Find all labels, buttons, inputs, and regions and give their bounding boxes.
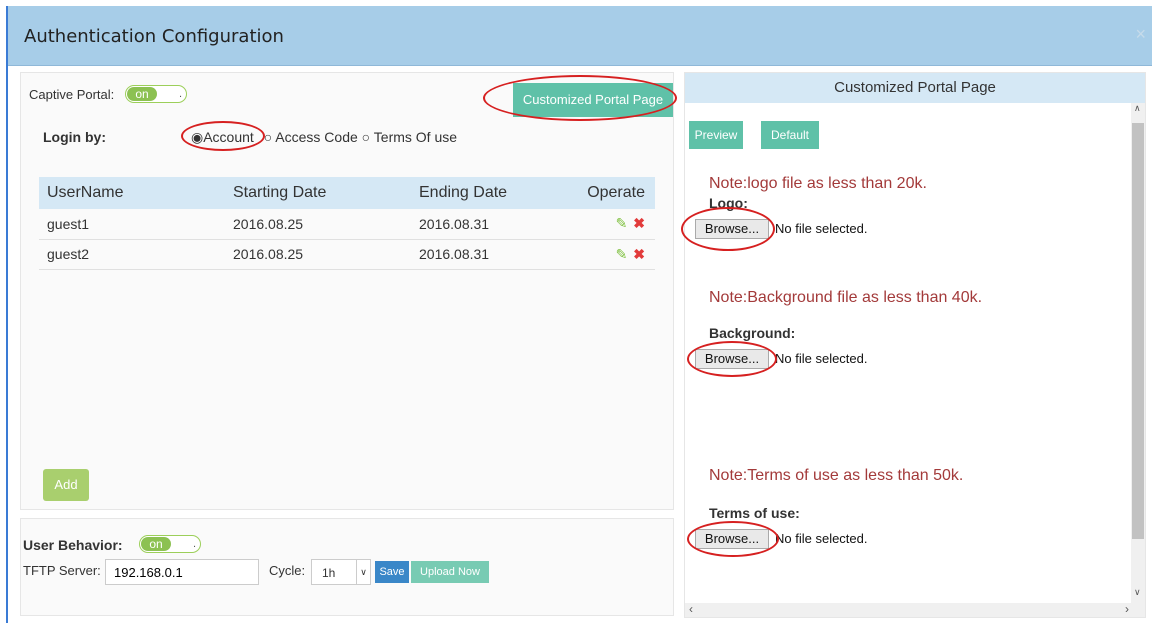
customized-portal-panel: Customized Portal Page Preview Default N…: [681, 72, 1146, 618]
table-row: guest1 2016.08.25 2016.08.31 ✎ ✖: [39, 209, 655, 240]
dialog-title: Authentication Configuration: [24, 26, 284, 47]
captive-portal-toggle[interactable]: on .: [125, 85, 187, 103]
col-starting-date: Starting Date: [225, 177, 411, 209]
col-username: UserName: [39, 177, 225, 209]
table-header-row: UserName Starting Date Ending Date Opera…: [39, 177, 655, 209]
account-panel: Captive Portal: on . Customized Portal P…: [20, 72, 677, 510]
toggle-on-label: on: [141, 537, 171, 551]
background-note: Note:Background file as less than 40k.: [709, 289, 983, 306]
logo-browse-button[interactable]: Browse...: [695, 219, 769, 239]
terms-browse-button[interactable]: Browse...: [695, 529, 769, 549]
login-by-options: ◉Account ○ Access Code ○ Terms Of use: [191, 129, 457, 146]
background-label: Background:: [709, 325, 796, 341]
cell-end: 2016.08.31: [411, 239, 561, 270]
table-row: guest2 2016.08.25 2016.08.31 ✎ ✖: [39, 239, 655, 270]
col-operate: Operate: [561, 177, 655, 209]
cell-start: 2016.08.25: [225, 239, 411, 270]
logo-file-status: No file selected.: [775, 221, 868, 236]
captive-portal-label: Captive Portal:: [29, 87, 115, 102]
radio-account-label: Account: [203, 129, 254, 145]
user-behavior-label: User Behavior:: [23, 537, 123, 553]
dialog-header: Authentication Configuration ×: [8, 6, 1152, 66]
chevron-down-icon: ∨: [356, 560, 370, 584]
background-file-status: No file selected.: [775, 351, 868, 366]
user-behavior-panel: User Behavior: on . TFTP Server: Cycle: …: [20, 518, 674, 616]
upload-now-button[interactable]: Upload Now: [411, 561, 489, 583]
toggle-knob: .: [178, 88, 182, 100]
radio-terms-of-use[interactable]: ○ Terms Of use: [362, 129, 457, 145]
default-button[interactable]: Default: [761, 121, 819, 149]
logo-note: Note:logo file as less than 20k.: [709, 175, 927, 192]
edit-pencil-icon[interactable]: ✎: [616, 246, 628, 262]
radio-empty-icon: ○: [361, 129, 371, 145]
radio-empty-icon: ○: [263, 129, 273, 145]
cell-operate: ✎ ✖: [561, 239, 655, 270]
customized-portal-page-button[interactable]: Customized Portal Page: [513, 83, 673, 117]
scroll-down-icon[interactable]: ∨: [1134, 587, 1141, 598]
cell-username: guest1: [39, 209, 225, 240]
radio-selected-icon: ◉: [191, 129, 204, 145]
cell-start: 2016.08.25: [225, 209, 411, 240]
user-behavior-toggle[interactable]: on .: [139, 535, 201, 553]
users-table: UserName Starting Date Ending Date Opera…: [39, 177, 655, 270]
cycle-label: Cycle:: [269, 563, 306, 578]
scroll-up-icon[interactable]: ∧: [1134, 103, 1141, 114]
cell-username: guest2: [39, 239, 225, 270]
radio-account[interactable]: ◉Account: [191, 129, 254, 145]
col-ending-date: Ending Date: [411, 177, 561, 209]
toggle-on-label: on: [127, 87, 157, 101]
delete-icon[interactable]: ✖: [633, 215, 645, 231]
login-by-label: Login by:: [43, 129, 106, 145]
scrollbar-thumb[interactable]: [1132, 123, 1144, 539]
horizontal-scrollbar[interactable]: ‹ ›: [685, 602, 1145, 617]
edit-pencil-icon[interactable]: ✎: [616, 215, 628, 231]
radio-terms-label: Terms Of use: [373, 129, 458, 145]
cycle-select[interactable]: 1h ∨: [311, 559, 371, 585]
tftp-server-label: TFTP Server:: [23, 563, 101, 578]
right-panel-scroll-area: Preview Default Note:logo file as less t…: [681, 103, 1145, 617]
authentication-dialog: Authentication Configuration × Captive P…: [6, 6, 1152, 623]
close-icon[interactable]: ×: [1135, 24, 1146, 45]
terms-note: Note:Terms of use as less than 50k.: [709, 467, 964, 484]
scroll-right-icon[interactable]: ›: [1125, 602, 1129, 616]
background-browse-button[interactable]: Browse...: [695, 349, 769, 369]
radio-access-code-label: Access Code: [275, 129, 358, 145]
toggle-knob: .: [192, 538, 196, 550]
preview-button[interactable]: Preview: [689, 121, 743, 149]
cell-operate: ✎ ✖: [561, 209, 655, 240]
delete-icon[interactable]: ✖: [633, 246, 645, 262]
save-button[interactable]: Save: [375, 561, 409, 583]
cell-end: 2016.08.31: [411, 209, 561, 240]
logo-label: Logo:: [709, 195, 748, 211]
scroll-left-icon[interactable]: ‹: [689, 602, 693, 616]
add-button[interactable]: Add: [43, 469, 89, 501]
right-panel-header: Customized Portal Page: [685, 73, 1145, 103]
cycle-select-value: 1h: [322, 566, 336, 580]
vertical-scrollbar[interactable]: ∧ ∨: [1131, 103, 1145, 603]
tftp-server-input[interactable]: [105, 559, 259, 585]
terms-file-status: No file selected.: [775, 531, 868, 546]
terms-label: Terms of use:: [709, 505, 800, 521]
radio-access-code[interactable]: ○ Access Code: [264, 129, 358, 145]
